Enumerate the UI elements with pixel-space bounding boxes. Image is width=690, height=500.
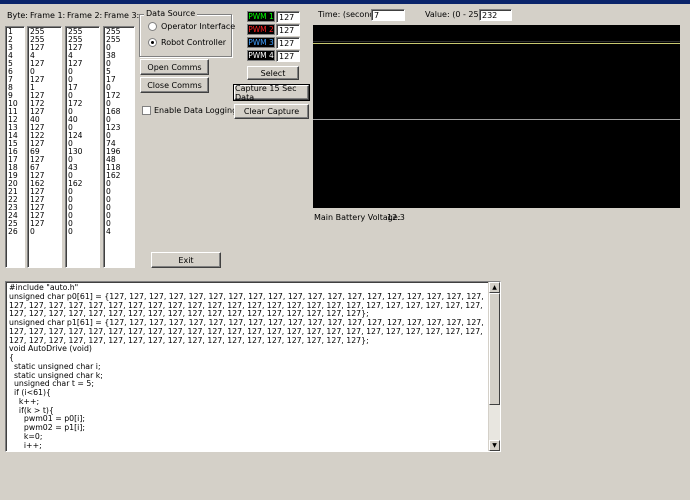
open-comms-button[interactable]: Open Comms xyxy=(140,59,209,75)
code-text[interactable]: #include "auto.h" unsigned char p0[61] =… xyxy=(9,283,486,450)
byte-column-label: Byte: xyxy=(7,11,28,20)
pwm3-label: PWM 3 xyxy=(247,37,275,48)
capture-label: Capture 15 Sec Data xyxy=(235,83,297,102)
frame1-list[interactable]: 255 255 127 4 127 0 127 1 127 172 127 40 127 122 127 69… xyxy=(27,26,62,268)
data-source-group xyxy=(139,14,232,57)
pwm1-value[interactable]: 127 xyxy=(276,11,300,23)
exit-button[interactable]: Exit xyxy=(151,252,221,268)
radio-operator-interface-label[interactable]: Operator Interface xyxy=(161,22,235,31)
battery-value: 12.3 xyxy=(387,213,405,222)
close-comms-label: Close Comms xyxy=(147,80,202,90)
radio-robot-controller-label[interactable]: Robot Controller xyxy=(161,38,226,47)
enable-logging-label[interactable]: Enable Data Logging xyxy=(154,106,237,115)
enable-logging-checkbox[interactable] xyxy=(142,106,151,115)
frame3-item: 4 xyxy=(106,227,111,236)
radio-operator-interface[interactable] xyxy=(148,22,157,31)
pwm4-label: PWM 4 xyxy=(247,50,275,61)
frame1-item: 0 xyxy=(30,227,35,236)
select-button[interactable]: Select xyxy=(247,66,299,80)
frame3-list[interactable]: 255 255 0 38 0 5 17 0 172 0 168 0 123 0 74 196 48 118 162 0… xyxy=(103,26,135,268)
data-source-title: Data Source xyxy=(144,9,198,18)
byte-list[interactable]: 1 2 3 4 5 6 7 8 9 10 11 12 13 14 15 16 17 18 19 20 21 22 23 24 2… xyxy=(5,26,25,268)
frame3-column-label: Frame 3: xyxy=(104,11,140,20)
title-bar xyxy=(0,0,690,4)
scroll-up-icon[interactable]: ▲ xyxy=(489,282,500,293)
exit-label: Exit xyxy=(178,255,194,265)
frame2-list[interactable]: 255 255 127 4 127 0 0 17 0 172 0 40 0 124 0 130 0 43 0 162 0… xyxy=(65,26,100,268)
pwm1-label: PWM 1 xyxy=(247,11,275,22)
pwm2-label: PWM 2 xyxy=(247,24,275,35)
scroll-down-icon[interactable]: ▼ xyxy=(489,440,500,451)
graph-trace-upper xyxy=(313,43,680,44)
pwm4-value[interactable]: 127 xyxy=(276,50,300,62)
pwm3-value[interactable]: 127 xyxy=(276,37,300,49)
clear-capture-label: Clear Capture xyxy=(243,107,300,116)
pwm2-value[interactable]: 127 xyxy=(276,24,300,36)
graph-trace-lower xyxy=(313,119,680,120)
scroll-thumb[interactable] xyxy=(489,293,500,405)
value-input[interactable]: 232 xyxy=(479,9,512,21)
time-input[interactable]: 7 xyxy=(371,9,405,21)
byte-item: 26 xyxy=(8,227,18,236)
code-editor[interactable]: #include "auto.h" unsigned char p0[61] =… xyxy=(5,281,501,452)
frame2-column-label: Frame 2: xyxy=(67,11,103,20)
frame1-column-label: Frame 1: xyxy=(30,11,66,20)
open-comms-label: Open Comms xyxy=(147,62,202,72)
frame2-item: 0 xyxy=(68,227,73,236)
capture-button[interactable]: Capture 15 Sec Data xyxy=(233,83,310,102)
value-label: Value: (0 - 255) xyxy=(425,10,487,19)
close-comms-button[interactable]: Close Comms xyxy=(140,77,209,93)
radio-robot-controller[interactable] xyxy=(148,38,157,47)
graph-top-border xyxy=(313,41,680,42)
pwm-graph xyxy=(313,25,680,208)
code-scrollbar[interactable]: ▲ ▼ xyxy=(488,282,500,451)
select-label: Select xyxy=(260,68,286,78)
clear-capture-button[interactable]: Clear Capture xyxy=(234,104,309,119)
